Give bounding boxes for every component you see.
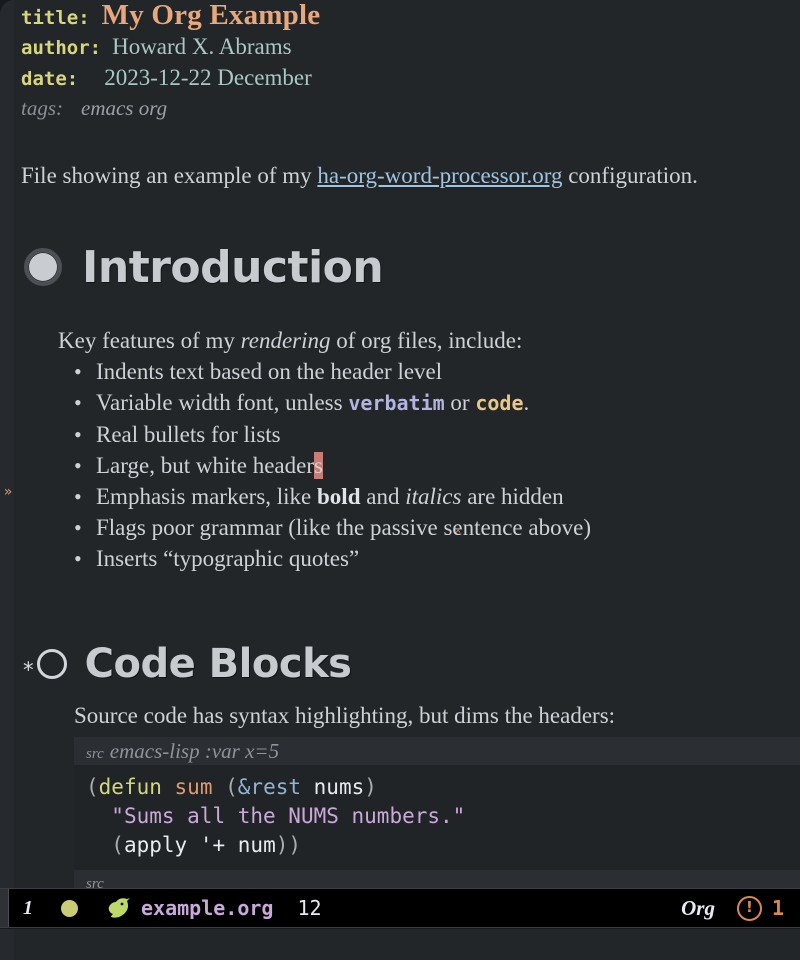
begin-src-keyword: src [86, 746, 104, 762]
echo-area[interactable] [0, 929, 800, 960]
editor-window: » title: My Org Example author: Howard X… [0, 0, 800, 888]
echo-area-fringe [0, 929, 14, 960]
emacs-frame: » title: My Org Example author: Howard X… [0, 0, 800, 960]
heading-star-marker: * [22, 657, 35, 682]
window-number: 1 [23, 896, 33, 919]
keyword-row-author: author: Howard X. Abrams [21, 31, 800, 62]
list-item-text: Inserts “typographic quotes” [96, 546, 360, 571]
code-blocks-lead: Source code has syntax highlighting, but… [14, 701, 800, 731]
intro-text-before: File showing an example of my [21, 163, 318, 188]
page-title: My Org Example [101, 0, 321, 31]
keyword-row-tags: tags: emacs org [21, 93, 800, 127]
code-text: code [475, 391, 524, 415]
list-item: Flags poor grammar (like the passive sen… [74, 512, 800, 543]
list-item-prefix: Variable width font, unless [96, 390, 349, 415]
lead-before-italic: Key features of my [58, 328, 241, 353]
source-block-args: emacs-lisp :var x=5 [109, 739, 280, 763]
filled-ring-bullet-icon [24, 248, 62, 286]
warning-count: 1 [771, 896, 784, 920]
buffer-name[interactable]: example.org [141, 896, 273, 920]
modeline-left-group: 1 example.org 12 [9, 896, 681, 920]
list-item: Large, but white headers [74, 450, 800, 481]
intro-paragraph: File showing an example of my ha-org-wor… [14, 161, 800, 191]
end-src-keyword: src [86, 876, 104, 888]
title-keyword-label: title: [21, 7, 90, 29]
code-line-2: "Sums all the NUMS numbers." [111, 804, 466, 828]
intro-text-after: configuration. [562, 163, 698, 188]
list-item-prefix: Emphasis markers, like [96, 484, 318, 509]
source-block-end-line: src [74, 870, 800, 888]
list-item-text: Indents text based on the header level [96, 359, 443, 384]
date-value: 2023-12-22 December [104, 65, 312, 90]
org-file-link[interactable]: ha-org-word-processor.org [317, 163, 562, 188]
column-number: 12 [297, 896, 322, 920]
date-keyword-label: date: [21, 68, 79, 90]
list-item-text: Flags poor grammar (like the passive sen… [96, 515, 591, 540]
author-keyword-label: author: [21, 37, 102, 59]
org-keyword-block: title: My Org Example author: Howard X. … [14, 0, 800, 127]
list-item-suffix: . [523, 390, 530, 415]
introduction-lead: Key features of my rendering of org file… [14, 326, 800, 356]
list-item-suffix: are hidden [461, 484, 564, 509]
italic-text: italics [405, 484, 462, 509]
list-item: Indents text based on the header level [74, 356, 800, 387]
fringe-overflow-arrow: » [3, 484, 13, 500]
tags-value: emacs org [81, 96, 168, 120]
heading-code-blocks-text: Code Blocks [84, 641, 352, 687]
modeline-right-group: Org ! 1 [681, 895, 800, 921]
bold-text: bold [317, 484, 361, 509]
modeline-left-edge [0, 889, 9, 927]
gnu-icon [106, 896, 132, 920]
left-fringe: » [0, 0, 14, 888]
heading-code-blocks[interactable]: * Code Blocks [14, 633, 800, 695]
list-item-mid: or [444, 390, 476, 415]
modeline: 1 example.org 12 Org ! 1 [0, 888, 800, 928]
author-value: Howard X. Abrams [112, 34, 292, 59]
code-line-3: (apply '+ num)) [111, 833, 302, 857]
list-item-mid: and [360, 484, 406, 509]
list-item-prefix: Large, but white header [96, 453, 314, 478]
list-item: Real bullets for lists [74, 419, 800, 450]
source-block[interactable]: src emacs-lisp :var x=5 (defun sum (&rest… [74, 737, 800, 888]
lead-after-italic: of org files, include: [330, 328, 523, 353]
text-cursor: s [313, 452, 323, 479]
major-mode-label[interactable]: Org [681, 896, 715, 921]
lead-italic-word: rendering [240, 328, 331, 353]
list-item: Variable width font, unless verbatim or … [74, 387, 800, 419]
buffer-status-dot-icon [61, 899, 78, 917]
keyword-row-date: date: 2023-12-22 December [21, 62, 800, 93]
heading-introduction[interactable]: Introduction [14, 236, 800, 298]
warning-icon[interactable]: ! [736, 895, 762, 921]
source-block-begin-line: src emacs-lisp :var x=5 [74, 737, 800, 765]
heading-introduction-text: Introduction [82, 241, 384, 293]
source-block-code[interactable]: (defun sum (&rest nums) "Sums all the NU… [74, 765, 800, 870]
code-line-1: (defun sum (&rest nums) [86, 775, 377, 799]
list-item: Emphasis markers, like bold and italics … [74, 481, 800, 541]
keyword-row-title: title: My Org Example [21, 0, 800, 31]
verbatim-text: verbatim [348, 391, 445, 415]
open-ring-bullet-icon [36, 649, 67, 679]
tags-keyword-label: tags: [21, 96, 63, 120]
feature-list: Indents text based on the header level V… [14, 356, 800, 574]
code-blocks-lead-text: Source code has syntax highlighting, but… [74, 703, 616, 728]
list-item: Inserts “typographic quotes” [74, 543, 800, 574]
list-item-text: Real bullets for lists [96, 422, 281, 447]
buffer-content[interactable]: title: My Org Example author: Howard X. … [14, 0, 800, 888]
